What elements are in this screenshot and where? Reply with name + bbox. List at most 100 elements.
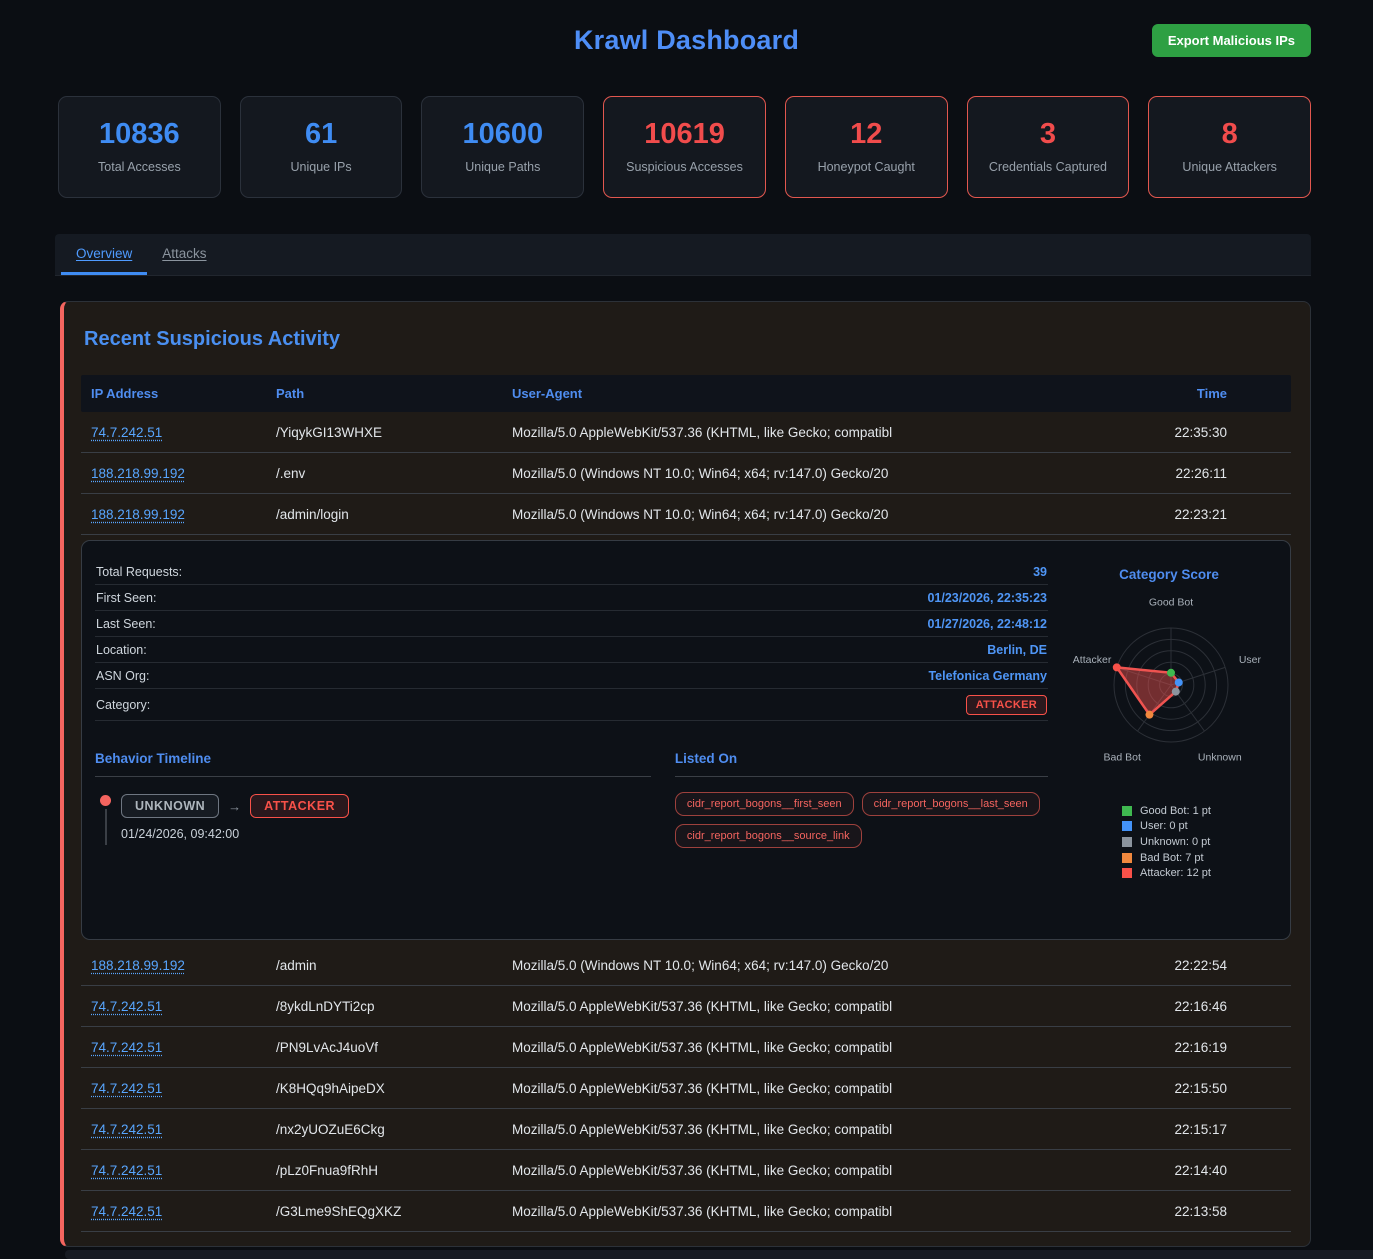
- stat-card: 10619Suspicious Accesses: [603, 96, 766, 198]
- ip-address-link[interactable]: 74.7.242.51: [91, 425, 162, 440]
- table-row[interactable]: 188.218.99.192 /.envMozilla/5.0 (Windows …: [81, 453, 1291, 494]
- export-malicious-ips-button[interactable]: Export Malicious IPs: [1152, 24, 1311, 57]
- legend-label: Attacker: 12 pt: [1140, 867, 1211, 879]
- tab-bar: OverviewAttacks: [55, 234, 1311, 276]
- stats-row: 10836Total Accesses61Unique IPs10600Uniq…: [58, 96, 1311, 198]
- category-score-chart: Category Score Good BotUserUnknownBad Bo…: [1061, 556, 1277, 919]
- activity-table: IP Address Path User-Agent Time 74.7.242…: [81, 375, 1291, 1232]
- table-row[interactable]: 74.7.242.51/YiqykGI13WHXEMozilla/5.0 App…: [81, 412, 1291, 453]
- path-cell: /YiqykGI13WHXE: [276, 425, 512, 440]
- user-agent-cell: Mozilla/5.0 AppleWebKit/537.36 (KHTML, l…: [512, 1040, 1111, 1055]
- ip-address-link[interactable]: 188.218.99.192: [91, 466, 185, 481]
- table-row[interactable]: 74.7.242.51/pLz0Fnua9fRhHMozilla/5.0 App…: [81, 1150, 1291, 1191]
- user-agent-cell: Mozilla/5.0 AppleWebKit/537.36 (KHTML, l…: [512, 1081, 1111, 1096]
- timeline-dot-icon: [100, 795, 111, 806]
- ip-address-link[interactable]: 188.218.99.192: [91, 507, 185, 522]
- detail-info-row: Location:Berlin, DE: [95, 637, 1048, 663]
- stat-value: 10836: [65, 118, 214, 151]
- listed-on-section: Listed On cidr_report_bogons__first_seen…: [675, 751, 1048, 848]
- info-label: Location:: [96, 643, 147, 657]
- table-row[interactable]: 188.218.99.192/adminMozilla/5.0 (Windows…: [81, 945, 1291, 986]
- ip-address-link[interactable]: 74.7.242.51: [91, 1081, 162, 1096]
- radar-chart-title: Category Score: [1061, 567, 1277, 582]
- timeline-line: [105, 809, 107, 845]
- info-value: 01/23/2026, 22:35:23: [927, 591, 1047, 605]
- arrow-right-icon: →: [228, 799, 241, 814]
- ip-address-link[interactable]: 74.7.242.51: [91, 1040, 162, 1055]
- legend-label: User: 0 pt: [1140, 820, 1188, 832]
- detail-info-row: First Seen:01/23/2026, 22:35:23: [95, 585, 1048, 611]
- time-cell: 22:16:46: [1111, 999, 1281, 1014]
- user-agent-cell: Mozilla/5.0 AppleWebKit/537.36 (KHTML, l…: [512, 425, 1111, 440]
- table-row[interactable]: 74.7.242.51/8ykdLnDYTi2cpMozilla/5.0 App…: [81, 986, 1291, 1027]
- table-row[interactable]: 188.218.99.192/admin/loginMozilla/5.0 (W…: [81, 494, 1291, 535]
- ip-address-link[interactable]: 74.7.242.51: [91, 1163, 162, 1178]
- time-cell: 22:13:58: [1111, 1204, 1281, 1219]
- stat-label: Honeypot Caught: [792, 160, 941, 174]
- horizontal-scrollbar[interactable]: [65, 1250, 1373, 1259]
- radar-axis-label: Attacker: [1073, 654, 1112, 666]
- stat-card: 8Unique Attackers: [1148, 96, 1311, 198]
- time-cell: 22:22:54: [1111, 958, 1281, 973]
- detail-info-list: Total Requests:39First Seen:01/23/2026, …: [95, 559, 1048, 689]
- legend-label: Good Bot: 1 pt: [1140, 805, 1211, 817]
- info-label: Last Seen:: [96, 617, 156, 631]
- legend-label: Unknown: 0 pt: [1140, 836, 1210, 848]
- legend-item: Bad Bot: 7 pt: [1122, 850, 1277, 866]
- stat-label: Total Accesses: [65, 160, 214, 174]
- tab-overview[interactable]: Overview: [61, 234, 147, 275]
- legend-item: Good Bot: 1 pt: [1122, 803, 1277, 819]
- timeline-from-badge: UNKNOWN: [121, 794, 219, 818]
- detail-info-row: Total Requests:39: [95, 559, 1048, 585]
- app-header: Krawl Dashboard Export Malicious IPs: [0, 0, 1373, 62]
- legend-label: Bad Bot: 7 pt: [1140, 852, 1204, 864]
- user-agent-cell: Mozilla/5.0 AppleWebKit/537.36 (KHTML, l…: [512, 999, 1111, 1014]
- radar-chart: Good BotUserUnknownBad BotAttacker: [1061, 586, 1277, 774]
- listed-on-badge: cidr_report_bogons__source_link: [675, 824, 862, 848]
- user-agent-cell: Mozilla/5.0 (Windows NT 10.0; Win64; x64…: [512, 466, 1111, 481]
- legend-swatch-icon: [1122, 837, 1132, 847]
- path-cell: /admin/login: [276, 507, 512, 522]
- legend-item: Unknown: 0 pt: [1122, 834, 1277, 850]
- table-rows-bottom: 188.218.99.192/adminMozilla/5.0 (Windows…: [81, 945, 1291, 1232]
- table-row[interactable]: 74.7.242.51/K8HQq9hAipeDXMozilla/5.0 App…: [81, 1068, 1291, 1109]
- stat-label: Unique Paths: [428, 160, 577, 174]
- table-header-row: IP Address Path User-Agent Time: [81, 375, 1291, 412]
- detail-info-row: ASN Org:Telefonica Germany: [95, 663, 1048, 689]
- time-cell: 22:15:17: [1111, 1122, 1281, 1137]
- listed-on-badges: cidr_report_bogons__first_seencidr_repor…: [675, 792, 1048, 848]
- user-agent-cell: Mozilla/5.0 AppleWebKit/537.36 (KHTML, l…: [512, 1122, 1111, 1137]
- stat-card: 10600Unique Paths: [421, 96, 584, 198]
- timeline-marker: [99, 795, 112, 845]
- behavior-timeline-section: Behavior Timeline UNKNOWN → ATTACKER: [95, 751, 651, 848]
- time-cell: 22:15:50: [1111, 1081, 1281, 1096]
- ip-detail-panel: Total Requests:39First Seen:01/23/2026, …: [81, 540, 1291, 940]
- legend-swatch-icon: [1122, 821, 1132, 831]
- ip-address-link[interactable]: 188.218.99.192: [91, 958, 185, 973]
- table-row[interactable]: 74.7.242.51/G3Lme9ShEQgXKZMozilla/5.0 Ap…: [81, 1191, 1291, 1232]
- radar-legend: Good Bot: 1 pt User: 0 pt Unknown: 0 pt Bad…: [1122, 803, 1277, 881]
- column-header-ip: IP Address: [91, 386, 276, 401]
- table-row[interactable]: 74.7.242.51/nx2yUOZuE6CkgMozilla/5.0 App…: [81, 1109, 1291, 1150]
- stat-value: 3: [974, 118, 1123, 151]
- ip-address-link[interactable]: 74.7.242.51: [91, 1204, 162, 1219]
- stat-card: 12Honeypot Caught: [785, 96, 948, 198]
- detail-category-row: Category: ATTACKER: [95, 689, 1048, 721]
- table-row[interactable]: 74.7.242.51/PN9LvAcJ4uoVfMozilla/5.0 App…: [81, 1027, 1291, 1068]
- ip-address-link[interactable]: 74.7.242.51: [91, 1122, 162, 1137]
- listed-on-title: Listed On: [675, 751, 1048, 777]
- time-cell: 22:26:11: [1111, 466, 1281, 481]
- timeline-to-badge: ATTACKER: [250, 794, 349, 818]
- ip-address-link[interactable]: 74.7.242.51: [91, 999, 162, 1014]
- legend-swatch-icon: [1122, 806, 1132, 816]
- category-label: Category:: [96, 698, 150, 712]
- path-cell: /.env: [276, 466, 512, 481]
- recent-suspicious-activity-panel: Recent Suspicious Activity IP Address Pa…: [60, 301, 1311, 1247]
- column-header-path: Path: [276, 386, 512, 401]
- tab-attacks[interactable]: Attacks: [147, 234, 221, 275]
- column-header-user-agent: User-Agent: [512, 386, 1111, 401]
- path-cell: /nx2yUOZuE6Ckg: [276, 1122, 512, 1137]
- column-header-time: Time: [1111, 386, 1281, 401]
- time-cell: 22:23:21: [1111, 507, 1281, 522]
- behavior-timeline-title: Behavior Timeline: [95, 751, 651, 777]
